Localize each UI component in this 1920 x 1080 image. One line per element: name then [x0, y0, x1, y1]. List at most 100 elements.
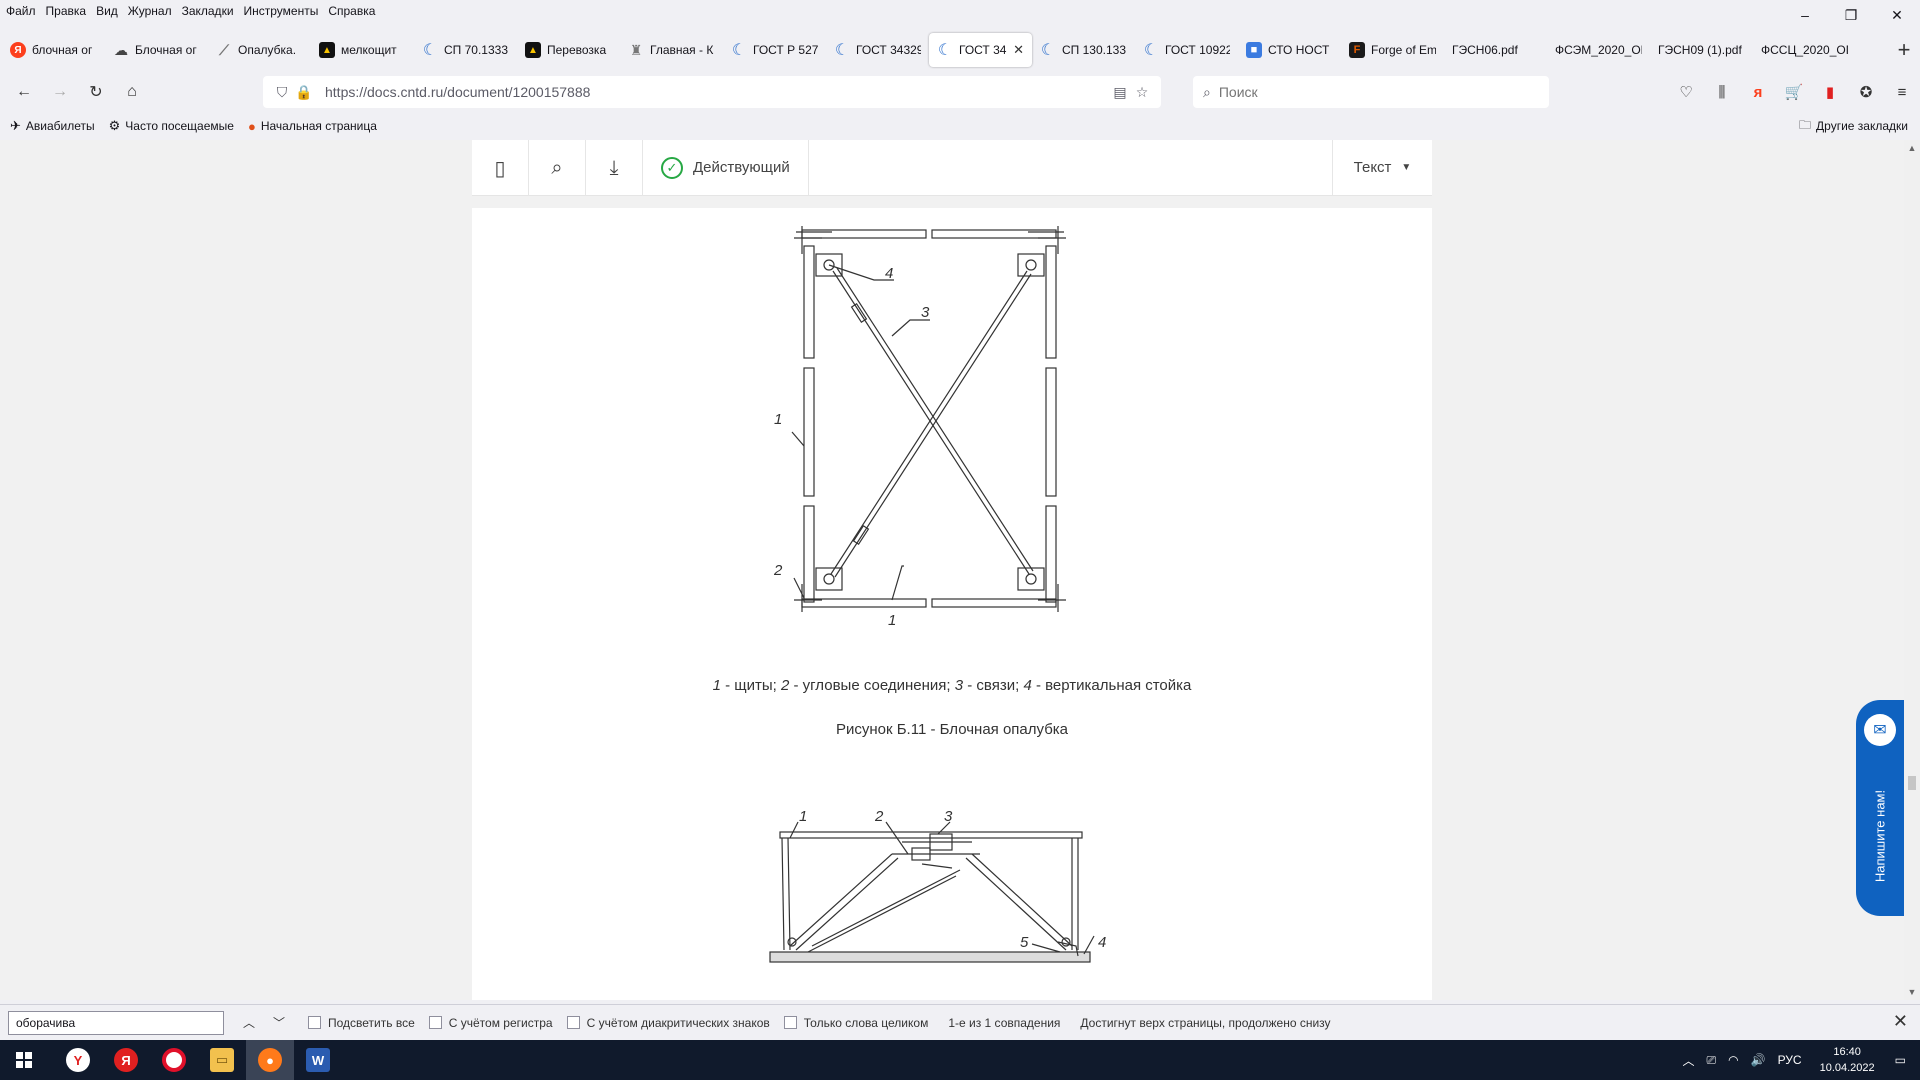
tab[interactable]: F Forge of Em	[1341, 33, 1444, 67]
taskbar-yandex-browser[interactable]: Y	[54, 1040, 102, 1080]
url-text[interactable]: https://docs.cntd.ru/document/1200157888	[325, 84, 1109, 100]
match-case-checkbox[interactable]	[428, 1016, 442, 1029]
close-tab-icon[interactable]: ✕	[1013, 42, 1024, 58]
yandex-browser-icon: Y	[66, 1048, 90, 1072]
taskbar-word[interactable]: W	[294, 1040, 342, 1080]
download-button[interactable]: ⤓	[586, 140, 643, 196]
tab[interactable]: ⟋ Опалубка.	[208, 33, 311, 67]
search-input[interactable]	[1218, 84, 1519, 100]
tab[interactable]: ФСЭМ_2020_ОГ	[1547, 33, 1650, 67]
tab[interactable]: ГЭСН06.pdf	[1444, 33, 1547, 67]
tab[interactable]: ■ СТО НОСТ	[1238, 33, 1341, 67]
taskbar-explorer[interactable]: ▭	[198, 1040, 246, 1080]
close-find-bar-icon[interactable]: ✕	[1893, 1011, 1908, 1032]
menu-bookmarks[interactable]: Закладки	[177, 4, 239, 18]
figure1-legend: 1 - щиты; 2 - угловые соединения; 3 - св…	[472, 677, 1432, 694]
contents-button[interactable]: ▯	[472, 140, 529, 196]
scrollbar-thumb[interactable]	[1908, 776, 1916, 790]
menu-edit[interactable]: Правка	[41, 4, 92, 18]
tab[interactable]: ☾ ГОСТ 34329	[826, 33, 929, 67]
language-indicator[interactable]: РУС	[1772, 1053, 1808, 1067]
back-button[interactable]: ←	[6, 74, 42, 110]
home-button[interactable]: ⌂	[114, 74, 150, 110]
highlight-all-checkbox[interactable]	[308, 1016, 321, 1029]
find-next-icon[interactable]: ﹀	[264, 1014, 294, 1031]
volume-icon[interactable]: 🔊	[1745, 1053, 1772, 1067]
minimize-button[interactable]: –	[1782, 0, 1828, 30]
flag-icon[interactable]: ▮	[1812, 74, 1848, 110]
search-icon: ⌕	[1203, 83, 1211, 100]
cart-icon[interactable]: 🛒	[1776, 74, 1812, 110]
whole-words-checkbox[interactable]	[783, 1016, 797, 1029]
diacritics-checkbox[interactable]	[566, 1016, 580, 1029]
contact-widget[interactable]: ✉ Напишите нам!	[1856, 700, 1904, 916]
tab[interactable]: ☾ ГОСТ 10922	[1135, 33, 1238, 67]
bookmark-item[interactable]: ● Начальная страница	[248, 119, 377, 134]
page-content: ▯ ⌕ ⤓ ✓ Действующий Текст ▼ 1 2 3 4 1 1 …	[0, 140, 1920, 1000]
tab[interactable]: ☁ Блочная ог	[105, 33, 208, 67]
maximize-button[interactable]: ❐	[1828, 0, 1874, 30]
doc-search-button[interactable]: ⌕	[529, 140, 586, 196]
menu-file[interactable]: Файл	[0, 4, 41, 18]
menu-history[interactable]: Журнал	[123, 4, 177, 18]
cntd-icon: ☾	[731, 42, 747, 59]
hamburger-menu-icon[interactable]: ≡	[1884, 74, 1920, 110]
find-input[interactable]	[8, 1010, 224, 1035]
bookmark-star-icon[interactable]: ☆	[1131, 84, 1153, 101]
check-circle-icon: ✓	[661, 156, 683, 179]
start-button[interactable]	[0, 1040, 48, 1080]
search-bar[interactable]: ⌕	[1193, 76, 1549, 108]
new-tab-button[interactable]: +	[1888, 34, 1920, 66]
tab[interactable]: ☾ ГОСТ Р 527	[723, 33, 826, 67]
figure1-label-1-left: 1	[774, 411, 783, 428]
find-previous-icon[interactable]: ︿	[234, 1014, 264, 1031]
library-icon[interactable]: ⫼	[1704, 74, 1740, 110]
scroll-down-icon[interactable]: ▼	[1904, 984, 1920, 1000]
view-mode-select[interactable]: Текст ▼	[1332, 140, 1432, 195]
shield-icon[interactable]: ⛉	[271, 84, 293, 101]
extension-icon[interactable]: ✪	[1848, 74, 1884, 110]
match-case-option[interactable]: С учётом регистра	[428, 1016, 553, 1030]
lock-icon[interactable]: 🔒	[293, 84, 315, 101]
taskbar-firefox[interactable]: ●	[246, 1040, 294, 1080]
tab[interactable]: ▲ мелкощит	[311, 33, 414, 67]
other-bookmarks[interactable]: 🗀 Другие закладки	[1799, 113, 1908, 139]
menu-view[interactable]: Вид	[91, 4, 123, 18]
menu-help[interactable]: Справка	[323, 4, 380, 18]
tab[interactable]: ▲ Перевозка	[517, 33, 620, 67]
menu-bar: Файл Правка Вид Журнал Закладки Инструме…	[0, 0, 1920, 22]
tab[interactable]: ФССЦ_2020_ОГ	[1753, 33, 1856, 67]
page-scrollbar[interactable]: ▲ ▼	[1904, 140, 1920, 1000]
tab[interactable]: ♜ Главная - К	[620, 33, 723, 67]
system-tray: ︿ ⎚ ◠ 🔊 РУС 16:40 10.04.2022 ▭	[1677, 1040, 1920, 1080]
scroll-up-icon[interactable]: ▲	[1904, 140, 1920, 156]
meet-now-icon[interactable]: ⎚	[1701, 1053, 1723, 1068]
tab-label: мелкощит	[341, 43, 397, 57]
diacritics-option[interactable]: С учётом диакритических знаков	[566, 1016, 770, 1030]
notifications-icon[interactable]: ▭	[1887, 1053, 1920, 1067]
taskbar-yandex[interactable]: Я	[102, 1040, 150, 1080]
highlight-all-option[interactable]: Подсветить все	[308, 1016, 415, 1030]
other-bookmarks-label: Другие закладки	[1816, 119, 1908, 133]
taskbar-opera[interactable]	[150, 1040, 198, 1080]
yandex-icon[interactable]: я	[1740, 74, 1776, 110]
whole-words-option[interactable]: Только слова целиком	[783, 1016, 928, 1030]
url-bar[interactable]: ⛉ 🔒 https://docs.cntd.ru/document/120015…	[263, 76, 1161, 108]
tab-label: ГОСТ 34329	[856, 43, 921, 57]
tab[interactable]: ☾ СП 70.1333	[414, 33, 517, 67]
reload-button[interactable]: ↻	[78, 74, 114, 110]
menu-tools[interactable]: Инструменты	[239, 4, 324, 18]
reader-view-icon[interactable]: ▤	[1109, 84, 1131, 101]
wifi-icon[interactable]: ◠	[1722, 1053, 1744, 1067]
tab-active[interactable]: ☾ ГОСТ 343 ✕	[929, 33, 1032, 67]
tab[interactable]: Яблочная ог	[2, 33, 105, 67]
clock[interactable]: 16:40 10.04.2022	[1808, 1044, 1887, 1076]
pocket-icon[interactable]: ♡	[1668, 74, 1704, 110]
close-window-button[interactable]: ✕	[1874, 0, 1920, 30]
bookmark-item[interactable]: ✈ Авиабилеты	[10, 118, 95, 134]
chevron-up-icon[interactable]: ︿	[1677, 1052, 1701, 1069]
forward-button[interactable]: →	[42, 74, 78, 110]
tab[interactable]: ГЭСН09 (1).pdf	[1650, 33, 1753, 67]
bookmark-item[interactable]: ⚙ Часто посещаемые	[109, 118, 234, 134]
tab[interactable]: ☾ СП 130.133	[1032, 33, 1135, 67]
